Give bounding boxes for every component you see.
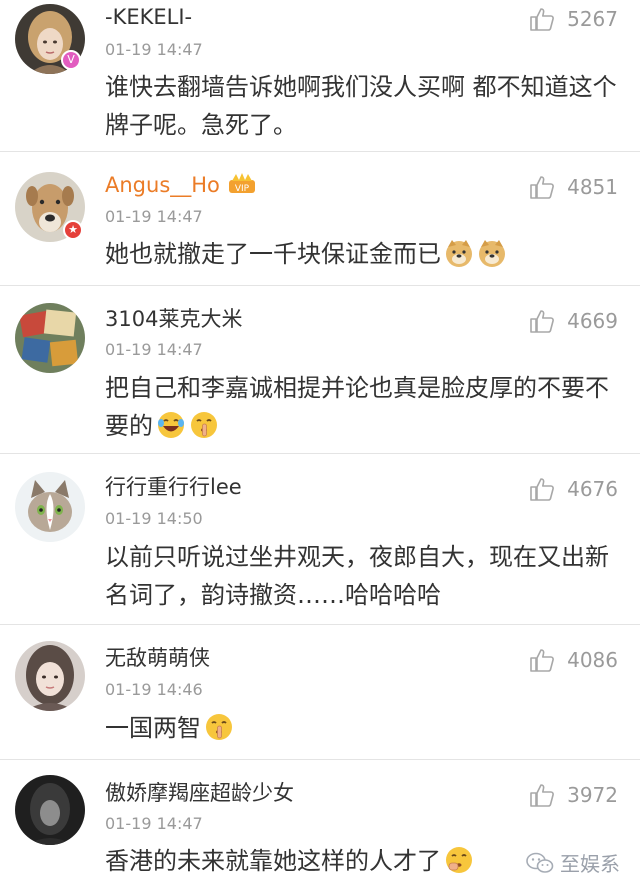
comment-item: V -KEKELI- 01-19 14:47 谁快去翻墙告诉她啊我们没人买啊 都… [0,0,640,152]
comment-text-body: 她也就撤走了一千块保证金而已 [105,240,441,268]
timestamp: 01-19 14:50 [105,509,203,528]
timestamp: 01-19 14:47 [105,40,203,59]
avatar[interactable] [15,472,85,542]
comment-text: 一国两智 [105,709,625,753]
doge-emoji-icon [477,238,507,279]
doge-emoji-icon [444,238,474,279]
comment-text: 谁快去翻墙告诉她啊我们没人买啊 都不知道这个牌子呢。急死了。 [105,73,617,139]
thumbs-up-icon [530,310,555,333]
username[interactable]: 无敌萌萌侠 [105,645,210,671]
comment-item: 无敌萌萌侠 01-19 14:46 一国两智 4086 [0,625,640,760]
thumbs-up-icon [530,478,555,501]
like-count: 4086 [567,648,618,672]
like-count: 5267 [567,7,618,31]
comment-text-body: 香港的未来就靠她这样的人才了 [105,847,441,875]
comment-text: 以前只听说过坐井观天，夜郎自大，现在又出新名词了，韵诗撤资……哈哈哈哈 [105,543,609,609]
avatar[interactable] [15,303,85,373]
laugh-cry-emoji-icon [156,410,186,451]
watermark-text: 至娱系 [560,852,620,876]
timestamp: 01-19 14:47 [105,814,203,833]
avatar[interactable] [15,775,85,845]
username[interactable]: Angus__Ho VIP [105,172,256,200]
thumbs-up-icon [530,176,555,199]
comment-text: 她也就撤走了一千块保证金而已 [105,235,625,279]
dark-portrait-avatar-icon [15,775,85,845]
thumbs-up-icon [530,8,555,31]
like-button[interactable]: 3972 [529,780,618,810]
username[interactable]: -KEKELI- [105,4,192,30]
wechat-watermark: 至娱系 [526,848,620,877]
like-count: 3972 [567,783,618,807]
comment-item: 3104莱克大米 01-19 14:47 把自己和李嘉诚相提并论也真是脸皮厚的不… [0,286,640,454]
books-avatar-icon [15,303,85,373]
svg-text:VIP: VIP [235,184,250,194]
thumbs-up-icon [530,784,555,807]
username[interactable]: 行行重行行lee [105,474,242,500]
shush-emoji-icon [189,410,219,451]
comment-text: 把自己和李嘉诚相提并论也真是脸皮厚的不要不要的 [105,369,625,451]
timestamp: 01-19 14:47 [105,207,203,226]
timestamp: 01-19 14:46 [105,680,203,699]
like-count: 4676 [567,477,618,501]
member-badge-icon: V [61,50,81,70]
like-button[interactable]: 4851 [529,172,618,202]
username[interactable]: 傲娇摩羯座超龄少女 [105,780,294,806]
verified-star-icon: ★ [63,220,83,240]
shush-emoji-icon [204,712,234,753]
like-button[interactable]: 4676 [529,474,618,504]
like-count: 4851 [567,175,618,199]
like-button[interactable]: 5267 [529,4,618,34]
avatar[interactable] [15,641,85,711]
comment-text-body: 一国两智 [105,714,201,742]
thumbs-up-icon [530,649,555,672]
thinking-emoji-icon [444,845,474,886]
like-count: 4669 [567,309,618,333]
comment-item: ★ Angus__Ho VIP 01-19 14:47 她也就撤走了一千块保证金而… [0,152,640,286]
username-text: Angus__Ho [105,173,220,197]
wechat-icon [526,852,554,873]
comment-item: 行行重行行lee 01-19 14:50 以前只听说过坐井观天，夜郎自大，现在又… [0,454,640,625]
username[interactable]: 3104莱克大米 [105,306,242,332]
vip-crown-icon: VIP [228,172,256,200]
like-button[interactable]: 4669 [529,306,618,336]
cat-avatar-icon [15,472,85,542]
girl-avatar-icon [15,641,85,711]
like-button[interactable]: 4086 [529,645,618,675]
timestamp: 01-19 14:47 [105,340,203,359]
